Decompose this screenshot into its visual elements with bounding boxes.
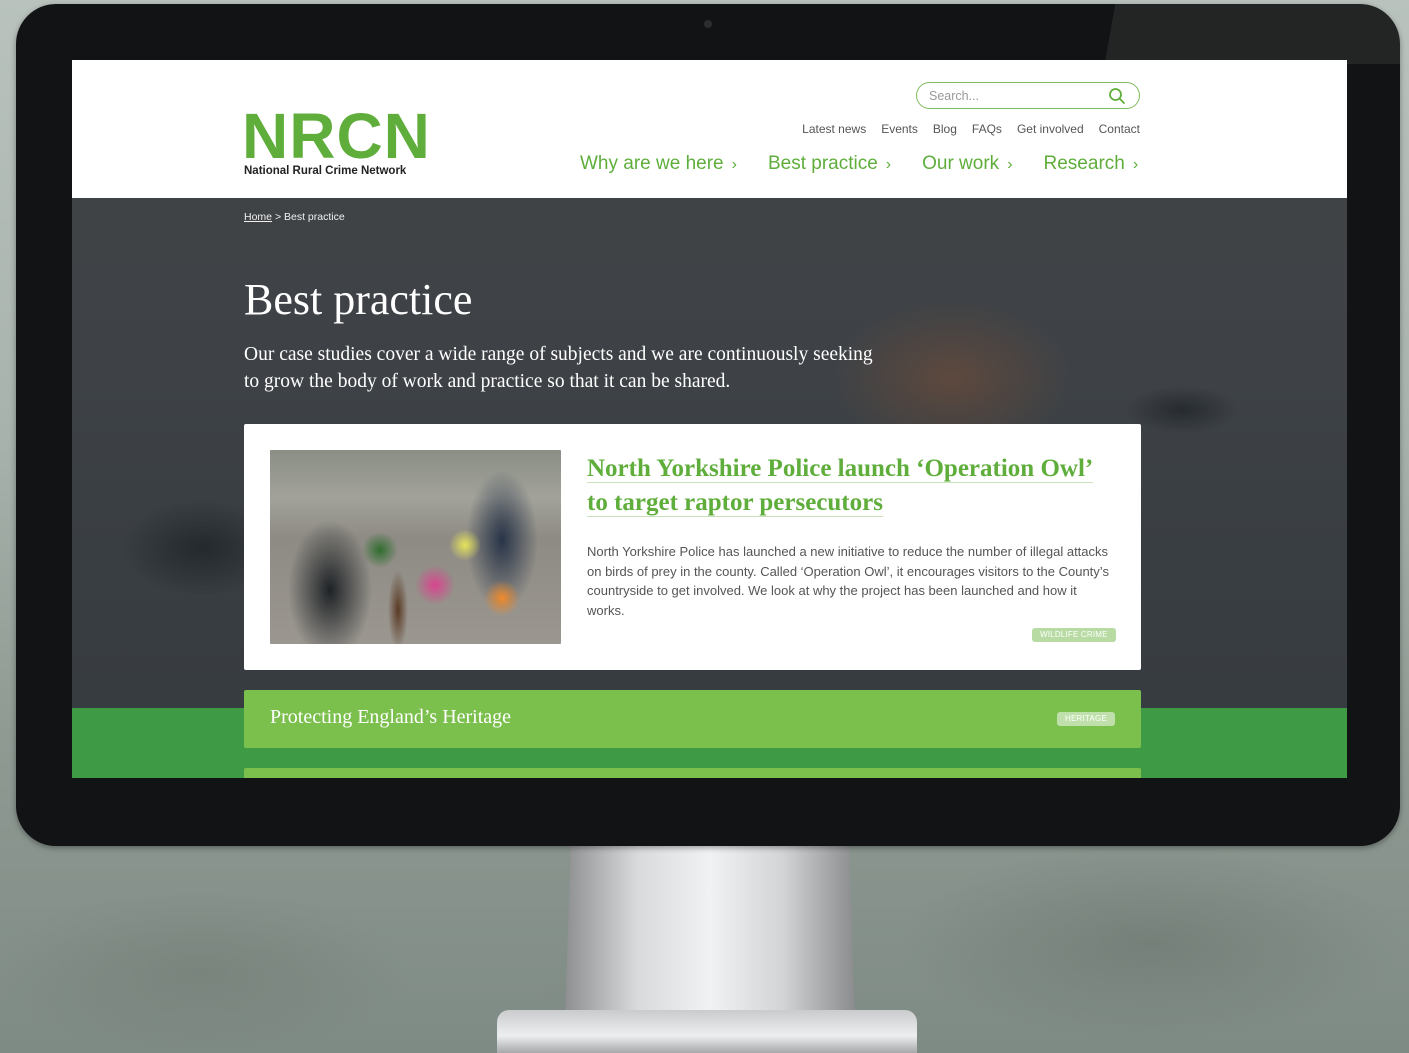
utility-nav: Latest news Events Blog FAQs Get involve… [802,122,1140,136]
page-title: Best practice [244,275,473,324]
util-link-get-involved[interactable]: Get involved [1017,122,1084,136]
main-nav-label: Why are we here [580,153,724,174]
chevron-right-icon: › [731,156,737,173]
case-study-list-item[interactable]: Protecting England’s Heritage HERITAGE [244,690,1141,748]
featured-title-text[interactable]: North Yorkshire Police launch ‘Operation… [587,455,1094,517]
monitor-stand-base [497,1010,917,1053]
main-nav-label: Research [1043,153,1125,174]
case-study-title[interactable]: Protecting England’s Heritage [270,706,511,729]
search-icon[interactable] [1108,87,1126,105]
main-nav-label: Best practice [767,153,878,174]
breadcrumb: Home > Best practice [244,211,345,223]
monitor-bezel: NRCN National Rural Crime Network Latest… [16,4,1400,846]
util-link-faqs[interactable]: FAQs [972,122,1002,136]
main-nav-why-are-we-here[interactable]: Why are we here › [580,153,737,175]
category-badge[interactable]: WILDLIFE CRIME [1032,628,1116,642]
main-nav-our-work[interactable]: Our work › [922,153,1012,175]
chevron-right-icon: › [1007,156,1013,173]
featured-case-study-summary: North Yorkshire Police has launched a ne… [587,544,1109,618]
featured-case-study-card[interactable]: North Yorkshire Police launch ‘Operation… [244,424,1141,670]
browser-screen: NRCN National Rural Crime Network Latest… [72,60,1347,778]
chevron-right-icon: › [885,156,892,173]
search-input[interactable] [929,86,1099,106]
featured-case-study-title[interactable]: North Yorkshire Police launch ‘Operation… [587,452,1107,520]
util-link-latest-news[interactable]: Latest news [802,122,866,136]
main-nav-research[interactable]: Research › [1044,153,1139,175]
search-box[interactable] [916,82,1140,109]
logo-subtitle[interactable]: National Rural Crime Network [244,165,406,177]
case-study-list-item-next[interactable] [244,768,1141,778]
chevron-right-icon: › [1132,156,1139,173]
main-nav-best-practice[interactable]: Best practice › [768,153,891,175]
monitor-stand-neck [565,846,855,1016]
logo-mark[interactable]: NRCN [242,104,431,168]
camera-icon [704,20,712,28]
util-link-contact[interactable]: Contact [1099,122,1140,136]
featured-case-study-image[interactable] [270,450,561,644]
site-header: NRCN National Rural Crime Network Latest… [72,60,1347,198]
main-nav-label: Our work [922,153,1000,174]
hero-section: Home > Best practice Best practice Our c… [72,198,1347,778]
category-badge[interactable]: HERITAGE [1057,712,1115,726]
breadcrumb-separator: > [274,211,282,223]
util-link-blog[interactable]: Blog [933,122,957,136]
breadcrumb-current: Best practice [284,211,345,223]
page-intro: Our case studies cover a wide range of s… [244,344,873,392]
breadcrumb-home-link[interactable]: Home [244,211,272,223]
util-link-events[interactable]: Events [881,122,918,136]
main-nav: Why are we here › Best practice › Our work… [580,153,1138,175]
bezel-glare [1066,4,1400,64]
